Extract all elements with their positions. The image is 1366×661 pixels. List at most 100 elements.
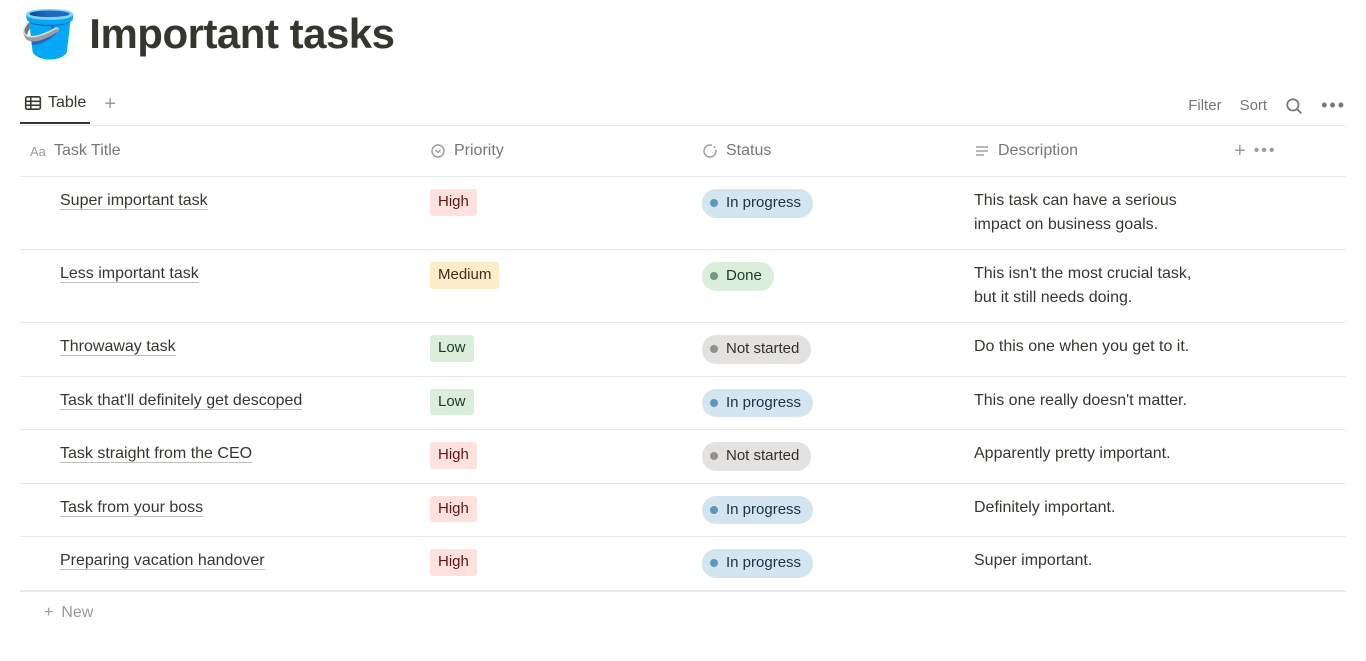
cell-trailing [1224, 430, 1346, 483]
status-dot-icon [710, 506, 718, 514]
status-label: In progress [726, 552, 801, 575]
cell-description[interactable]: This one really doesn't matter. [964, 377, 1224, 430]
views-bar: Table + Filter Sort ••• [20, 86, 1346, 126]
cell-trailing [1224, 537, 1346, 590]
status-pill[interactable]: Not started [702, 442, 811, 471]
status-pill[interactable]: Not started [702, 335, 811, 364]
priority-tag[interactable]: Medium [430, 262, 499, 289]
status-pill[interactable]: In progress [702, 496, 813, 525]
priority-tag[interactable]: Low [430, 389, 474, 416]
cell-title[interactable]: Task straight from the CEO [20, 430, 420, 483]
cell-status[interactable]: Not started [692, 323, 964, 376]
status-pill[interactable]: Done [702, 262, 774, 291]
cell-description[interactable]: Apparently pretty important. [964, 430, 1224, 483]
cell-priority[interactable]: High [420, 177, 692, 249]
column-header-description[interactable]: Description [964, 126, 1224, 176]
new-row-button[interactable]: + New [20, 592, 1346, 634]
sort-button[interactable]: Sort [1240, 97, 1268, 114]
table-row: Throwaway task Low Not started Do this one … [20, 323, 1346, 377]
cell-status[interactable]: Not started [692, 430, 964, 483]
column-header-priority[interactable]: Priority [420, 126, 692, 176]
status-dot-icon [710, 199, 718, 207]
new-row-label: New [61, 604, 93, 622]
column-header-label: Description [998, 139, 1078, 163]
column-header-title[interactable]: Aa Task Title [20, 126, 420, 176]
column-header-label: Status [726, 139, 771, 163]
select-icon [430, 143, 446, 159]
cell-status[interactable]: In progress [692, 484, 964, 537]
status-dot-icon [710, 452, 718, 460]
cell-description[interactable]: Definitely important. [964, 484, 1224, 537]
cell-priority[interactable]: Low [420, 323, 692, 376]
cell-title[interactable]: Task from your boss [20, 484, 420, 537]
task-title-link[interactable]: Preparing vacation handover [60, 552, 265, 570]
column-header-label: Priority [454, 139, 504, 163]
table-icon [24, 94, 42, 112]
cell-title[interactable]: Throwaway task [20, 323, 420, 376]
cell-description[interactable]: Super important. [964, 537, 1224, 590]
table-header-row: Aa Task Title Priority Status [20, 126, 1346, 177]
task-title-link[interactable]: Task from your boss [60, 499, 203, 517]
status-pill[interactable]: In progress [702, 389, 813, 418]
priority-tag[interactable]: High [430, 442, 477, 469]
column-more-icon[interactable]: ••• [1254, 139, 1277, 163]
status-label: In progress [726, 499, 801, 522]
column-header-label: Task Title [54, 139, 121, 163]
status-pill[interactable]: In progress [702, 189, 813, 218]
table-row: Task straight from the CEO High Not starte… [20, 430, 1346, 484]
task-title-link[interactable]: Throwaway task [60, 338, 176, 356]
task-title-link[interactable]: Super important task [60, 192, 208, 210]
status-icon [702, 143, 718, 159]
tab-label: Table [48, 94, 86, 112]
search-icon[interactable] [1285, 97, 1303, 115]
table-row: Task that'll definitely get descoped Low I… [20, 377, 1346, 431]
task-title-link[interactable]: Task that'll definitely get descoped [60, 392, 302, 410]
cell-description[interactable]: This task can have a serious impact on b… [964, 177, 1224, 249]
priority-tag[interactable]: High [430, 549, 477, 576]
cell-status[interactable]: In progress [692, 537, 964, 590]
cell-title[interactable]: Less important task [20, 250, 420, 322]
column-header-actions: + ••• [1224, 126, 1346, 176]
cell-title[interactable]: Task that'll definitely get descoped [20, 377, 420, 430]
status-label: In progress [726, 392, 801, 415]
cell-title[interactable]: Super important task [20, 177, 420, 249]
cell-description[interactable]: This isn't the most crucial task, but it… [964, 250, 1224, 322]
cell-priority[interactable]: High [420, 484, 692, 537]
table-row: Task from your boss High In progress Defini… [20, 484, 1346, 538]
cell-description[interactable]: Do this one when you get to it. [964, 323, 1224, 376]
cell-trailing [1224, 377, 1346, 430]
more-icon[interactable]: ••• [1321, 95, 1346, 116]
add-column-button[interactable]: + [1234, 136, 1246, 166]
priority-tag[interactable]: High [430, 189, 477, 216]
priority-tag[interactable]: High [430, 496, 477, 523]
task-title-link[interactable]: Task straight from the CEO [60, 445, 252, 463]
column-header-status[interactable]: Status [692, 126, 964, 176]
page-header: 🪣 Important tasks [20, 10, 1346, 58]
cell-trailing [1224, 250, 1346, 322]
cell-status[interactable]: In progress [692, 177, 964, 249]
table-row: Less important task Medium Done This isn't … [20, 250, 1346, 323]
status-label: Done [726, 265, 762, 288]
cell-status[interactable]: In progress [692, 377, 964, 430]
add-view-button[interactable]: + [104, 94, 116, 118]
cell-title[interactable]: Preparing vacation handover [20, 537, 420, 590]
table-row: Super important task High In progress This … [20, 177, 1346, 250]
tab-table[interactable]: Table [20, 88, 90, 124]
task-title-link[interactable]: Less important task [60, 265, 199, 283]
status-dot-icon [710, 399, 718, 407]
cell-status[interactable]: Done [692, 250, 964, 322]
cell-priority[interactable]: Medium [420, 250, 692, 322]
status-dot-icon [710, 272, 718, 280]
filter-button[interactable]: Filter [1188, 97, 1221, 114]
cell-priority[interactable]: Low [420, 377, 692, 430]
text-icon: Aa [30, 143, 46, 159]
bucket-icon[interactable]: 🪣 [20, 11, 77, 57]
cell-trailing [1224, 484, 1346, 537]
status-label: Not started [726, 338, 799, 361]
priority-tag[interactable]: Low [430, 335, 474, 362]
status-pill[interactable]: In progress [702, 549, 813, 578]
cell-priority[interactable]: High [420, 430, 692, 483]
page-title[interactable]: Important tasks [89, 10, 394, 58]
cell-trailing [1224, 323, 1346, 376]
cell-priority[interactable]: High [420, 537, 692, 590]
